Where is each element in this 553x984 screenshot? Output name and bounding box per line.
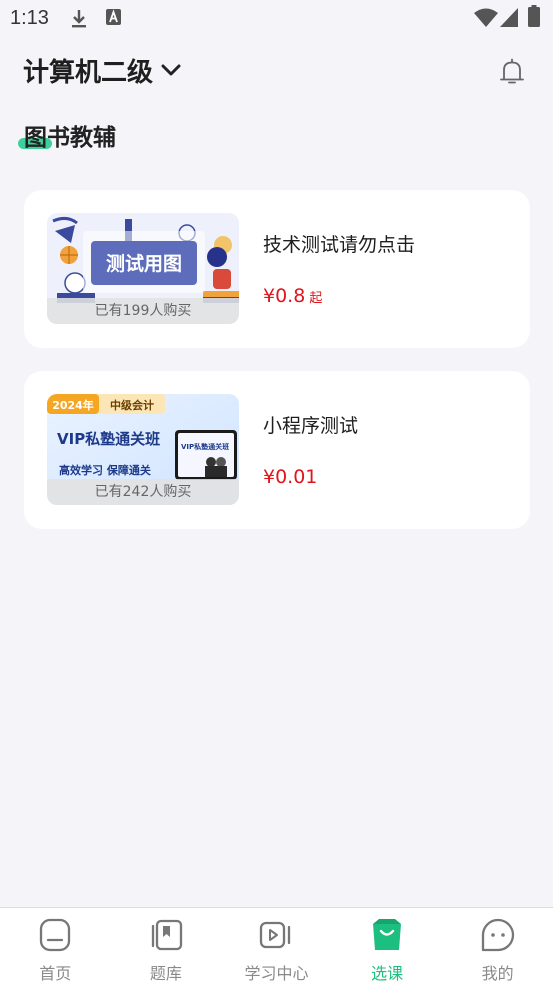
wifi-icon <box>474 8 498 27</box>
cell-signal-icon <box>500 8 518 27</box>
thumbnail-headline: VIP私塾通关班 <box>57 430 160 448</box>
battery-icon <box>528 5 540 27</box>
thumbnail-tag-name: 中级会计 <box>110 398 154 412</box>
nav-label: 首页 <box>39 964 72 983</box>
nav-label: 选课 <box>371 964 404 983</box>
product-card[interactable]: 2024年 中级会计 VIP私塾通关班 高效学习 保障通关 VIP私塾通关班 已… <box>24 371 530 529</box>
nav-item-profile[interactable]: 我的 <box>442 908 553 984</box>
thumbnail-book-text: VIP私塾通关班 <box>181 442 229 451</box>
product-price: ¥0.01 <box>263 466 317 488</box>
profile-face-icon <box>481 918 514 952</box>
status-bar: 1:13 <box>0 0 553 38</box>
chevron-down-icon <box>161 64 181 76</box>
home-icon <box>40 918 71 952</box>
app-notification-icon <box>106 9 121 25</box>
nav-label: 题库 <box>149 964 182 983</box>
price-value: ¥0.8 <box>263 285 306 307</box>
nav-label: 学习中心 <box>244 964 309 983</box>
thumbnail-text: 测试用图 <box>106 253 182 275</box>
video-play-icon <box>260 921 291 949</box>
question-bank-icon <box>151 919 183 951</box>
subject-title: 计算机二级 <box>23 57 154 88</box>
subject-selector[interactable]: 计算机二级 <box>23 52 181 88</box>
status-time: 1:13 <box>10 7 49 29</box>
price-suffix: 起 <box>309 291 323 306</box>
thumbnail-subline: 高效学习 保障通关 <box>59 463 151 477</box>
buyer-count: 已有199人购买 <box>47 298 239 324</box>
product-title: 小程序测试 <box>263 415 359 437</box>
shopping-bag-icon <box>373 919 402 950</box>
section-header: 图书教辅 <box>18 118 116 152</box>
product-price: ¥0.8 起 <box>263 285 322 307</box>
product-card[interactable]: 测试用图 已有199人购买 技术测试请勿点击 ¥0.8 起 <box>24 190 530 348</box>
product-thumbnail: 2024年 中级会计 VIP私塾通关班 高效学习 保障通关 VIP私塾通关班 已… <box>47 394 239 505</box>
nav-item-question-bank[interactable]: 题库 <box>111 908 222 984</box>
price-value: ¥0.01 <box>263 466 318 488</box>
product-title: 技术测试请勿点击 <box>263 234 416 256</box>
download-icon <box>72 10 86 28</box>
product-thumbnail: 测试用图 已有199人购买 <box>47 213 239 324</box>
section-title: 图书教辅 <box>24 125 116 151</box>
app-screen: 1:13 计算机二级 图书教辅 测试用图 已有199人购买 技术测试请勿点击 ¥… <box>0 0 553 984</box>
bottom-nav: 首页 题库 学习中心 选课 我的 <box>0 907 553 984</box>
nav-item-home[interactable]: 首页 <box>0 908 111 984</box>
nav-item-learning-center[interactable]: 学习中心 <box>221 908 332 984</box>
bell-icon[interactable] <box>497 57 527 87</box>
nav-label: 我的 <box>481 964 514 983</box>
thumbnail-tag-year: 2024年 <box>52 398 94 412</box>
nav-item-courses[interactable]: 选课 <box>332 908 443 984</box>
buyer-count: 已有242人购买 <box>47 479 239 505</box>
